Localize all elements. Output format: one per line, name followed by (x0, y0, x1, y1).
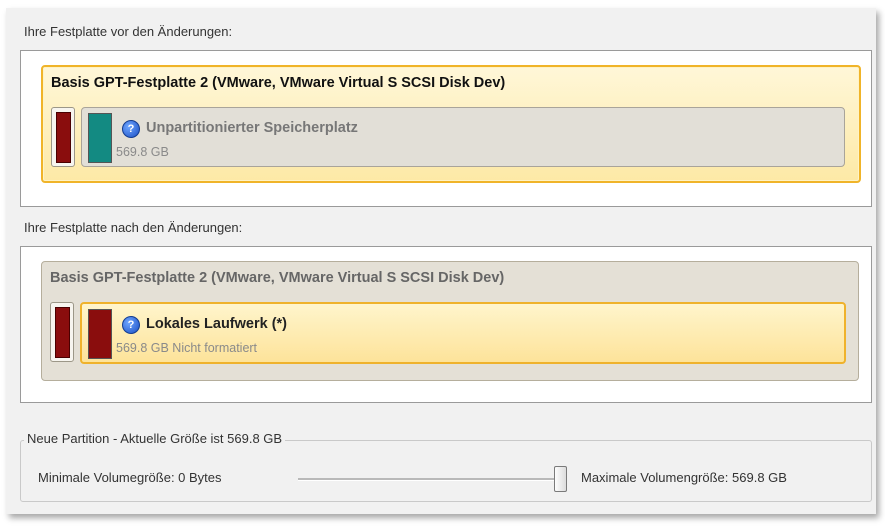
after-disk-title: Basis GPT-Festplatte 2 (VMware, VMware V… (50, 270, 505, 286)
before-partition[interactable]: ? Unpartitionierter Speicherplatz 569.8 … (81, 107, 845, 167)
partition-name: Unpartitionierter Speicherplatz (146, 120, 358, 136)
partition-color-swatch (88, 309, 112, 359)
volume-size-slider-track[interactable] (298, 478, 560, 481)
after-gpt-block[interactable] (50, 302, 74, 362)
after-section-label: Ihre Festplatte nach den Änderungen: (24, 220, 243, 235)
after-disk-panel: Basis GPT-Festplatte 2 (VMware, VMware V… (20, 246, 872, 403)
after-disk-card[interactable]: Basis GPT-Festplatte 2 (VMware, VMware V… (41, 261, 859, 381)
help-question-icon: ? (122, 120, 140, 138)
before-disk-panel: Basis GPT-Festplatte 2 (VMware, VMware V… (20, 50, 872, 207)
dialog-frame: Ihre Festplatte vor den Änderungen: Basi… (6, 8, 876, 514)
max-volume-label: Maximale Volumengröße: 569.8 GB (581, 470, 787, 485)
gpt-block-fill (56, 112, 71, 163)
volume-size-slider-thumb[interactable] (554, 466, 567, 492)
min-volume-label: Minimale Volumegröße: 0 Bytes (38, 470, 222, 485)
before-gpt-block[interactable] (51, 107, 75, 167)
before-disk-card[interactable]: Basis GPT-Festplatte 2 (VMware, VMware V… (41, 65, 861, 183)
partition-name: Lokales Laufwerk (*) (146, 316, 288, 332)
partition-size: 569.8 GB Nicht formatiert (116, 341, 258, 355)
help-question-icon: ? (122, 316, 140, 334)
gpt-block-fill (55, 307, 70, 358)
new-partition-legend: Neue Partition - Aktuelle Größe ist 569.… (24, 431, 286, 446)
before-section-label: Ihre Festplatte vor den Änderungen: (24, 24, 233, 39)
partition-size: 569.8 GB (116, 145, 169, 159)
after-partition[interactable]: ? Lokales Laufwerk (*) 569.8 GB Nicht fo… (80, 302, 846, 364)
partition-color-swatch (88, 113, 112, 163)
before-disk-title: Basis GPT-Festplatte 2 (VMware, VMware V… (51, 75, 506, 91)
